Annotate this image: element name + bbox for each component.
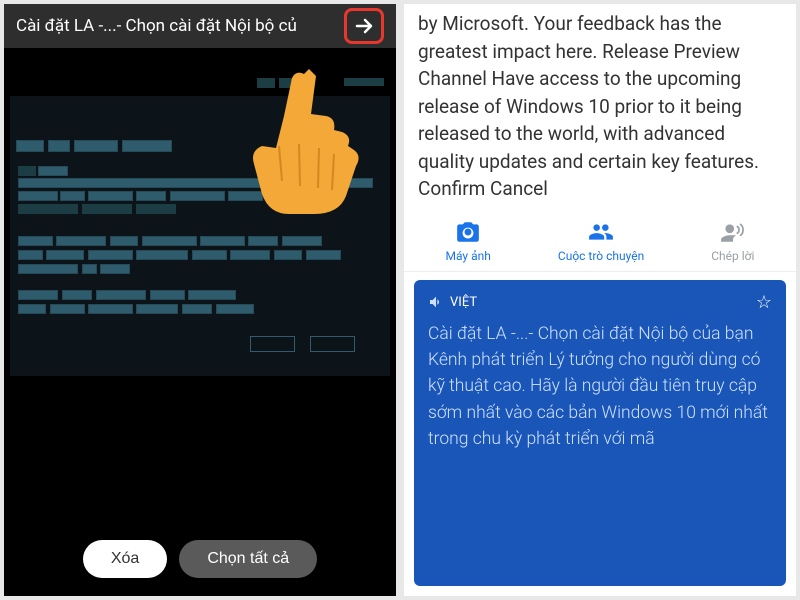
tab-label: Chép lời [711, 249, 754, 263]
people-icon [588, 219, 614, 245]
selection-buttons: Xóa Chọn tất cả [4, 540, 396, 578]
translation-card: VIỆT ☆ Cài đặt LA -...- Chọn cài đặt Nội… [414, 280, 786, 586]
clear-button[interactable]: Xóa [83, 540, 167, 578]
tab-transcribe[interactable]: Chép lời [711, 219, 754, 263]
tab-label: Cuộc trò chuyện [558, 249, 644, 263]
forward-arrow-button[interactable] [344, 8, 384, 44]
input-mode-tabs: Máy ảnh Cuộc trò chuyện Chép lời [404, 209, 796, 272]
pointing-hand-icon [234, 66, 364, 216]
translation-header: VIỆT ☆ [428, 292, 772, 313]
translate-text-panel: by Microsoft. Your feedback has the grea… [404, 4, 796, 596]
language-label: VIỆT [450, 295, 477, 310]
speaker-icon [428, 294, 444, 310]
camera-icon [455, 219, 481, 245]
select-all-button[interactable]: Chọn tất cả [179, 540, 317, 578]
tab-label: Máy ảnh [446, 249, 491, 263]
detected-text-header: Cài đặt LA -...- Chọn cài đặt Nội bộ củ [4, 4, 396, 48]
voice-icon [720, 219, 746, 245]
tab-conversation[interactable]: Cuộc trò chuyện [558, 219, 644, 263]
detected-text-title: Cài đặt LA -...- Chọn cài đặt Nội bộ củ [16, 16, 297, 36]
arrow-right-icon [352, 14, 376, 38]
source-text[interactable]: by Microsoft. Your feedback has the grea… [404, 4, 796, 209]
star-icon[interactable]: ☆ [756, 292, 772, 313]
translation-text[interactable]: Cài đặt LA -...- Chọn cài đặt Nội bộ của… [428, 321, 772, 452]
camera-translate-panel: Cài đặt LA -...- Chọn cài đặt Nội bộ củ [4, 4, 396, 596]
target-language[interactable]: VIỆT [428, 294, 477, 310]
tab-camera[interactable]: Máy ảnh [446, 219, 491, 263]
camera-image-area: Xóa Chọn tất cả [4, 48, 396, 596]
